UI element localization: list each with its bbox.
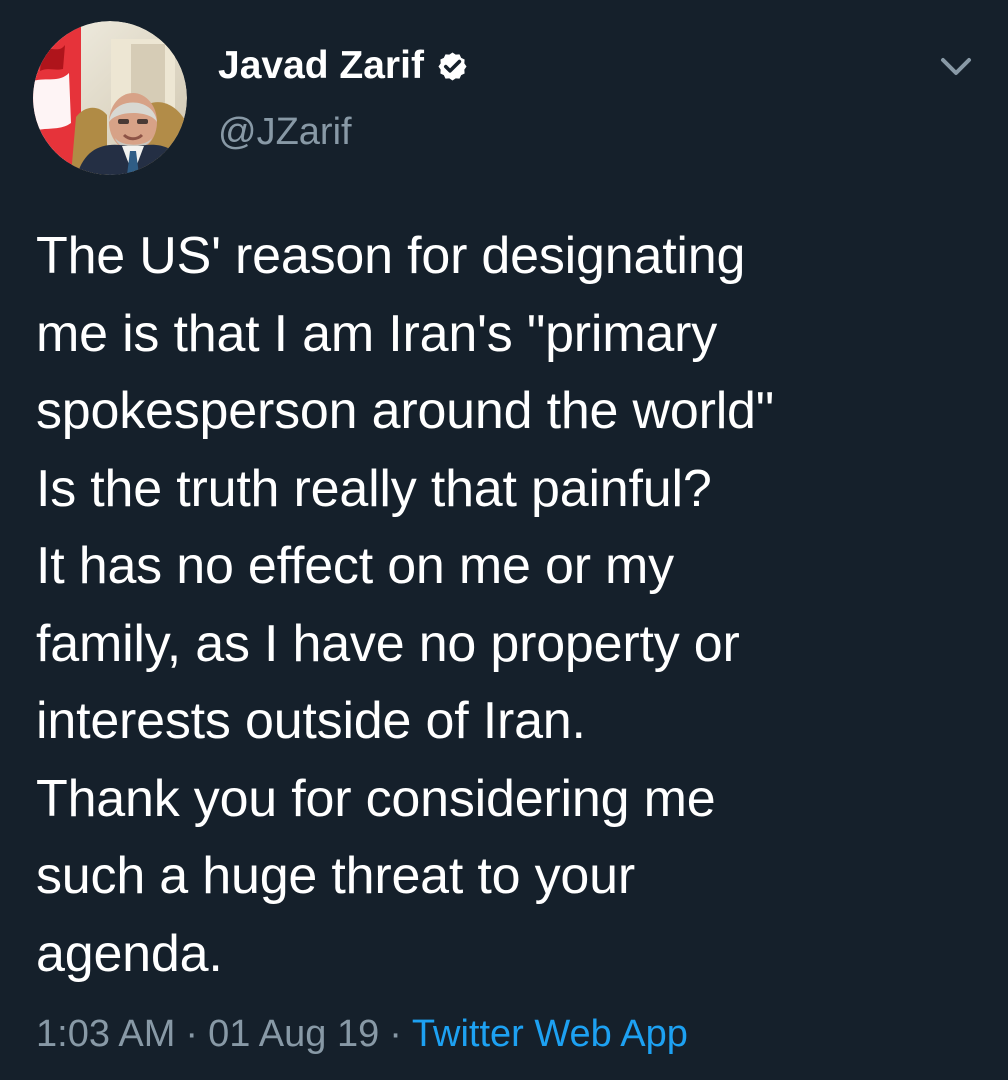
tweet-text-line: interests outside of Iran. xyxy=(36,692,586,750)
author-handle[interactable]: @JZarif xyxy=(218,109,888,155)
tweet-time[interactable]: 1:03 AM xyxy=(36,1006,175,1062)
tweet-date[interactable]: 01 Aug 19 xyxy=(208,1006,379,1062)
tweet-card: Javad Zarif @JZarif The US' reason for d… xyxy=(0,0,1008,1080)
tweet-text-line: It has no effect on me or my xyxy=(36,537,674,595)
author-name-row: Javad Zarif xyxy=(218,40,888,92)
tweet-text-line: agenda. xyxy=(36,924,223,983)
author-avatar[interactable] xyxy=(33,21,187,175)
author-display-name[interactable]: Javad Zarif xyxy=(218,40,424,92)
meta-separator: · xyxy=(185,1013,199,1055)
tweet-text-line: spokesperson around the world" xyxy=(36,382,775,440)
tweet-text: The US' reason for designating me is tha… xyxy=(36,218,936,993)
tweet-text-line: Thank you for considering me xyxy=(36,769,716,828)
tweet-text-line: family, as I have no property or xyxy=(36,614,740,673)
tweet-meta: 1:03 AM · 01 Aug 19 · Twitter Web App xyxy=(36,1006,688,1062)
tweet-text-line: such a huge threat to your xyxy=(36,847,635,905)
author-info: Javad Zarif @JZarif xyxy=(218,40,888,155)
chevron-down-icon[interactable] xyxy=(930,47,982,83)
tweet-text-line: me is that I am Iran's "primary xyxy=(36,304,718,363)
verified-badge-icon xyxy=(436,50,469,83)
tweet-text-line: Is the truth really that painful? xyxy=(36,459,712,518)
tweet-source-link[interactable]: Twitter Web App xyxy=(412,1006,688,1062)
tweet-text-line: The US' reason for designating xyxy=(36,227,746,285)
meta-separator: · xyxy=(389,1013,402,1055)
